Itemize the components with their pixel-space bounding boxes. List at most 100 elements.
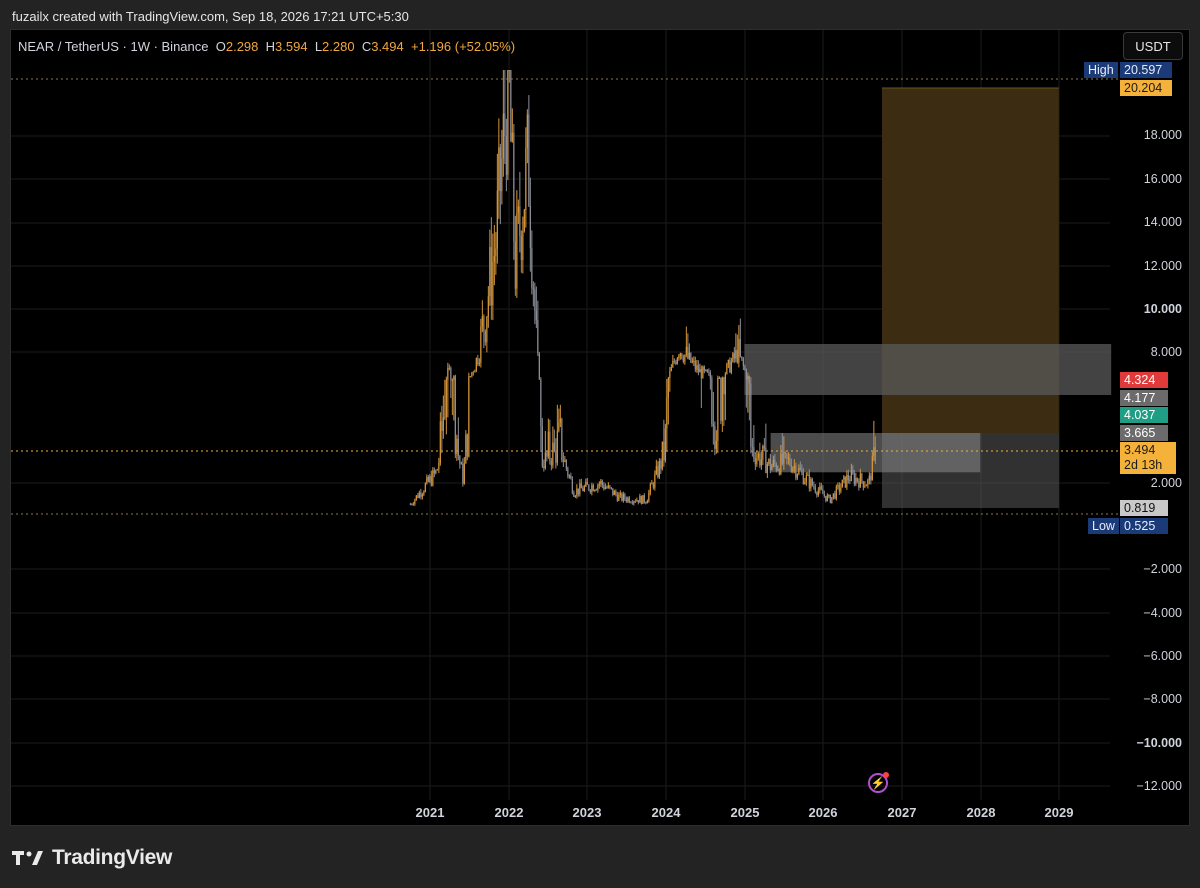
candle-body	[729, 360, 731, 373]
candle-body	[831, 497, 833, 503]
candle-body	[832, 493, 834, 498]
x-tick: 2022	[494, 805, 524, 820]
candle-body	[528, 114, 530, 206]
candle-body	[570, 475, 572, 479]
candle-body	[645, 502, 647, 504]
candle-body	[667, 378, 669, 398]
zone-upper-grey	[744, 344, 1112, 395]
candle-body	[445, 379, 447, 418]
candle-body	[873, 447, 875, 456]
candle-body	[700, 368, 702, 379]
candle-body	[727, 360, 729, 365]
candle-body	[688, 352, 690, 359]
candle-body	[778, 469, 780, 475]
candle-body	[748, 376, 750, 384]
candle-body	[772, 459, 774, 466]
candle-body	[466, 434, 468, 457]
candle-body	[769, 459, 771, 471]
candle-body	[843, 476, 845, 480]
candle-body	[633, 501, 635, 504]
candle-body	[783, 452, 785, 464]
candle-body	[529, 205, 531, 249]
candle-body	[751, 446, 753, 448]
candle-body	[792, 467, 794, 472]
candle-body	[834, 493, 836, 499]
candle-body	[432, 470, 434, 486]
candle-body	[786, 453, 788, 459]
candle-body	[649, 483, 651, 493]
tradingview-logo[interactable]: TradingView	[12, 846, 172, 870]
candle-body	[810, 479, 812, 489]
candle-body	[651, 483, 653, 485]
candle-body	[747, 376, 749, 380]
candle-body	[597, 485, 599, 490]
candle-body	[673, 361, 675, 363]
candle-body	[618, 494, 620, 501]
price-tag-light: 0.819	[1120, 500, 1168, 516]
candle-body	[538, 353, 540, 380]
candle-body	[571, 478, 573, 493]
candle-body	[630, 502, 632, 504]
candle-body	[580, 483, 582, 489]
y-tick: −10.000	[1136, 736, 1182, 750]
candle-body	[828, 495, 830, 497]
candle-body	[654, 474, 656, 488]
candle-body	[504, 113, 506, 137]
candle-body	[625, 499, 627, 502]
candle-body	[555, 451, 557, 463]
candle-body	[612, 488, 614, 495]
candle-body	[463, 463, 465, 484]
candle-body	[550, 460, 552, 466]
y-tick: −6.000	[1143, 649, 1182, 663]
candle-body	[508, 70, 510, 71]
candle-body	[678, 355, 680, 359]
last-price-tag: 3.494 2d 13h	[1120, 442, 1176, 474]
close-value: 3.494	[371, 39, 404, 54]
currency-button[interactable]: USDT	[1123, 32, 1183, 60]
high-tag-value: 20.597	[1120, 62, 1172, 78]
candle-body	[804, 481, 806, 485]
candle-body	[586, 481, 588, 485]
candle-body	[499, 147, 501, 192]
candle-body	[505, 136, 507, 175]
candle-body	[648, 492, 650, 502]
candle-body	[753, 447, 755, 459]
candle-body	[598, 483, 600, 486]
candle-body	[708, 372, 710, 374]
tv-logo-text: TradingView	[52, 846, 173, 869]
symbol-name[interactable]: NEAR / TetherUS · 1W · Binance	[18, 39, 209, 54]
candle-body	[709, 372, 711, 379]
candle-body	[478, 362, 480, 365]
candle-body	[859, 473, 861, 488]
candle-body	[616, 494, 618, 501]
candle-body	[703, 366, 705, 371]
chart-canvas[interactable]	[0, 0, 1200, 888]
candle-body	[546, 452, 548, 457]
symbol-legend: NEAR / TetherUS · 1W · Binance O2.298 H3…	[18, 39, 515, 54]
candle-body	[573, 492, 575, 497]
candle-body	[558, 422, 560, 431]
candle-body	[724, 373, 726, 395]
candle-body	[496, 190, 498, 249]
candle-body	[696, 365, 698, 370]
candle-body	[775, 464, 777, 471]
candle-body	[603, 485, 605, 490]
candle-body	[553, 442, 555, 452]
candle-body	[681, 353, 683, 359]
close-label: C	[361, 39, 372, 54]
candle-body	[589, 490, 591, 493]
candle-body	[790, 465, 792, 472]
candle-body	[615, 491, 617, 495]
candle-body	[510, 70, 512, 142]
lightning-icon[interactable]: ⚡	[868, 772, 889, 793]
candle-body	[795, 465, 797, 478]
candle-body	[856, 477, 858, 482]
open-value: 2.298	[225, 39, 259, 54]
candle-body	[756, 457, 758, 465]
candle-body	[556, 430, 558, 463]
candle-body	[736, 349, 738, 363]
candle-body	[712, 424, 714, 426]
candle-body	[541, 425, 543, 467]
candle-body	[847, 475, 849, 481]
candle-body	[460, 463, 462, 465]
